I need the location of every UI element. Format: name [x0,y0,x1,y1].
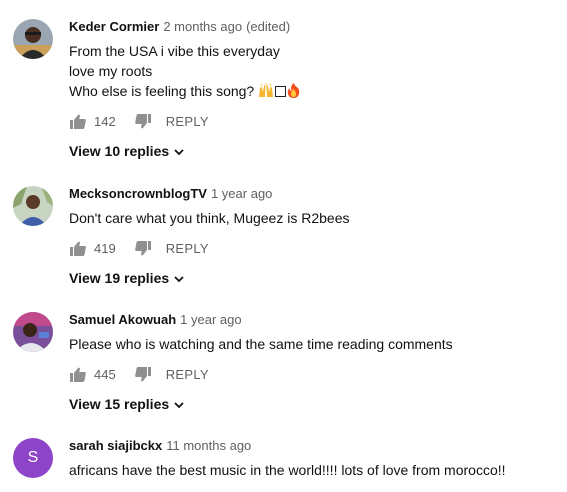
view-replies-button[interactable]: View 19 replies [69,268,184,288]
avatar[interactable]: S [13,438,53,478]
comment-header: sarah siajibckx 11 months ago [69,438,557,454]
comment-text: Please who is watching and the same time… [69,334,557,354]
comment-header: Keder Cormier 2 months ago (edited) [69,19,557,35]
avatar[interactable] [13,312,53,352]
comment-line: love my roots [69,63,153,79]
avatar-letter: S [27,449,39,466]
comment-header: Samuel Akowuah 1 year ago [69,312,557,328]
comment-text: africans have the best music in the worl… [69,460,557,480]
edited-label: (edited) [246,19,291,34]
comment-line: Who else is feeling this song? [69,83,255,99]
comment-timestamp[interactable]: 1 year ago [180,312,241,327]
author-name[interactable]: sarah siajibckx [69,438,162,453]
missing-glyph-box [275,86,287,97]
comment-actions: 142 REPLY [69,109,557,133]
comment-text: From the USA i vibe this everyday love m… [69,41,557,101]
view-replies-label: View 19 replies [69,270,170,286]
comment-line-with-emoji: Who else is feeling this song? [69,81,557,101]
like-count: 419 [94,240,116,256]
thumbs-up-icon[interactable] [69,112,87,130]
reply-button[interactable]: REPLY [166,241,209,256]
thumbs-up-icon[interactable] [69,365,87,383]
like-count: 142 [94,113,116,129]
comment-text: Don't care what you think, Mugeez is R2b… [69,208,557,228]
fire-emoji [287,83,300,99]
thumbs-down-icon[interactable] [134,112,152,130]
author-name[interactable]: MecksoncrownblogTV [69,186,207,201]
view-replies-label: View 15 replies [69,396,170,412]
reply-button[interactable]: REPLY [166,114,209,129]
raised-hands-emoji [258,83,274,99]
comment-line: africans have the best music in the worl… [69,462,506,478]
view-replies-label: View 10 replies [69,143,170,159]
comment-timestamp[interactable]: 1 year ago [211,186,272,201]
comment-actions: 445 REPLY [69,362,557,386]
author-name[interactable]: Keder Cormier [69,19,159,34]
reply-button[interactable]: REPLY [166,367,209,382]
comment-timestamp[interactable]: 11 months ago [166,438,251,453]
thumbs-down-icon[interactable] [134,239,152,257]
comment-timestamp[interactable]: 2 months ago [163,19,242,34]
chevron-down-icon [174,270,184,286]
view-replies-button[interactable]: View 15 replies [69,394,184,414]
view-replies-button[interactable]: View 10 replies [69,141,184,161]
avatar[interactable] [13,186,53,226]
comment-line: From the USA i vibe this everyday [69,43,280,59]
thumbs-down-icon[interactable] [134,365,152,383]
comment-line: Don't care what you think, Mugeez is R2b… [69,210,350,226]
avatar[interactable] [13,19,53,59]
chevron-down-icon [174,396,184,412]
like-count: 445 [94,366,116,382]
comment-line: Please who is watching and the same time… [69,336,453,352]
chevron-down-icon [174,143,184,159]
thumbs-up-icon[interactable] [69,239,87,257]
comment-header: MecksoncrownblogTV 1 year ago [69,186,557,202]
author-name[interactable]: Samuel Akowuah [69,312,176,327]
comment-actions: 419 REPLY [69,236,557,260]
